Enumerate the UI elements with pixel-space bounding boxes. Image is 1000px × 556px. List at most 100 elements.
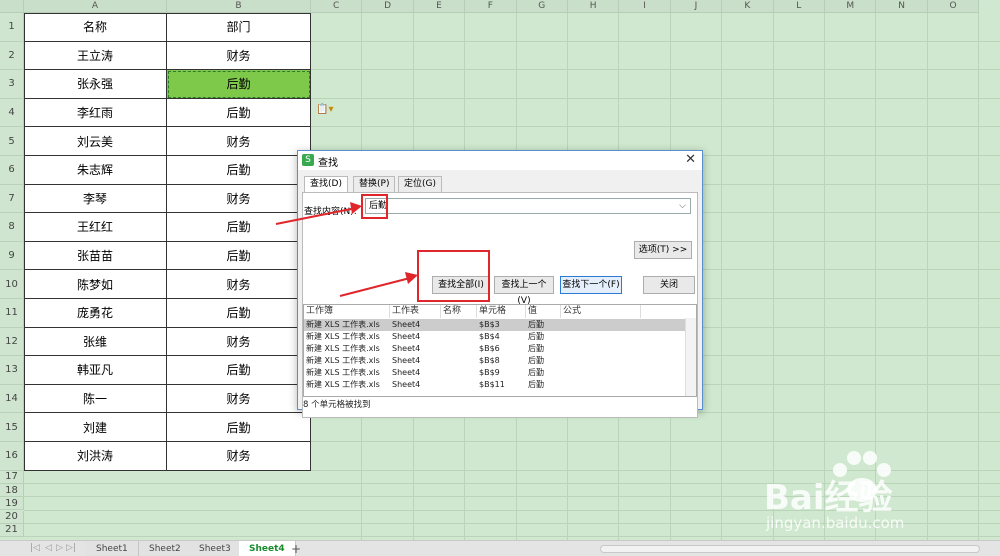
cell-b9[interactable]: 后勤 [167,241,311,271]
column-header-d[interactable]: D [362,0,414,13]
sheet-tab-sheet2[interactable]: Sheet2 [139,541,192,556]
cell-a14[interactable]: 陈一 [24,384,167,414]
header-name[interactable]: 名称 [441,305,477,318]
cell-a6[interactable]: 朱志辉 [24,156,167,185]
row-header-4[interactable]: 4 [0,98,24,128]
row-header-20[interactable]: 20 [0,510,24,524]
dialog-title-bar[interactable]: S 查找 ✕ [298,151,702,170]
find-previous-button[interactable]: 查找上一个(V) [494,276,554,306]
cell-b4[interactable]: 后勤 [167,98,311,128]
row-header-9[interactable]: 9 [0,241,24,271]
column-header-a[interactable]: A [24,0,167,13]
horizontal-scrollbar[interactable] [600,545,980,553]
chevron-down-icon[interactable]: ⌵ [679,199,686,213]
find-input[interactable]: 后勤 ⌵ [365,198,691,214]
column-header-e[interactable]: E [413,0,466,13]
row-header-16[interactable]: 16 [0,442,24,471]
result-row[interactable]: 新建 XLS 工作表.xls Sheet4 $B$6 后勤 [304,343,685,355]
find-next-button[interactable]: 查找下一个(F) [560,276,622,294]
cell-b5[interactable]: 财务 [167,127,311,156]
tab-find[interactable]: 查找(D) [304,176,348,193]
result-row[interactable]: 新建 XLS 工作表.xls Sheet4 $B$4 后勤 [304,331,685,343]
result-row[interactable]: 新建 XLS 工作表.xls Sheet4 $B$3 后勤 [304,319,685,331]
cell-a4[interactable]: 李红雨 [24,98,167,128]
row-header-5[interactable]: 5 [0,127,24,156]
row-header-3[interactable]: 3 [0,70,24,99]
row-header-19[interactable]: 19 [0,497,24,511]
cell-b14[interactable]: 财务 [167,384,311,414]
sheet-tab-sheet4[interactable]: Sheet4 [239,541,296,556]
row-header-15[interactable]: 15 [0,413,24,442]
cell-a5[interactable]: 刘云美 [24,127,167,156]
cell-b12[interactable]: 财务 [167,327,311,357]
column-header-g[interactable]: G [516,0,568,13]
cell-b16[interactable]: 财务 [167,442,311,471]
cell-b13[interactable]: 后勤 [167,356,311,385]
cell-a2[interactable]: 王立涛 [24,41,167,71]
cell-a1[interactable]: 名称 [24,13,167,42]
column-header-i[interactable]: I [619,0,671,13]
header-workbook[interactable]: 工作簿 [304,305,390,318]
column-header-o[interactable]: O [927,0,980,13]
result-row[interactable]: 新建 XLS 工作表.xls Sheet4 $B$11 后勤 [304,379,685,391]
cell-b10[interactable]: 财务 [167,270,311,299]
row-header-21[interactable]: 21 [0,523,24,538]
column-header-b[interactable]: B [167,0,311,13]
cell-b3[interactable]: 后勤 [167,70,311,99]
row-header-1[interactable]: 1 [0,13,24,42]
row-header-2[interactable]: 2 [0,41,24,71]
row-header-8[interactable]: 8 [0,213,24,242]
row-header-14[interactable]: 14 [0,384,24,414]
next-sheet-icon[interactable]: ▷ [56,543,63,553]
last-sheet-icon[interactable]: ▷| [66,543,76,553]
cell-a9[interactable]: 张苗苗 [24,241,167,271]
cell-b11[interactable]: 后勤 [167,299,311,328]
cell-b2[interactable]: 财务 [167,41,311,71]
header-cell[interactable]: 单元格 [477,305,526,318]
cell-a7[interactable]: 李琴 [24,184,167,214]
cell-a16[interactable]: 刘洪涛 [24,442,167,471]
result-row[interactable]: 新建 XLS 工作表.xls Sheet4 $B$9 后勤 [304,367,685,379]
column-header-f[interactable]: F [465,0,517,13]
column-header-n[interactable]: N [876,0,928,13]
select-all-corner[interactable] [0,0,24,13]
sheet-tab-sheet1[interactable]: Sheet1 [86,541,139,556]
header-value[interactable]: 值 [526,305,561,318]
prev-sheet-icon[interactable]: ◁ [45,543,52,553]
cell-a11[interactable]: 庞勇花 [24,299,167,328]
tab-replace[interactable]: 替换(P) [353,176,396,192]
row-header-13[interactable]: 13 [0,356,24,385]
first-sheet-icon[interactable]: |◁ [30,543,40,553]
column-header-j[interactable]: J [670,0,723,13]
row-header-17[interactable]: 17 [0,470,24,484]
cell-a15[interactable]: 刘建 [24,413,167,442]
header-worksheet[interactable]: 工作表 [390,305,441,318]
tab-goto[interactable]: 定位(G) [398,176,442,192]
cell-b1[interactable]: 部门 [167,13,311,42]
cell-a12[interactable]: 张维 [24,327,167,357]
column-header-m[interactable]: M [825,0,877,13]
row-header-6[interactable]: 6 [0,156,24,185]
cell-a3[interactable]: 张永强 [24,70,167,99]
row-header-18[interactable]: 18 [0,483,24,498]
result-row[interactable]: 新建 XLS 工作表.xls Sheet4 $B$8 后勤 [304,355,685,367]
sheet-tab-sheet3[interactable]: Sheet3 [189,541,242,556]
row-header-12[interactable]: 12 [0,327,24,357]
header-formula[interactable]: 公式 [561,305,641,318]
add-sheet-button[interactable]: + [291,541,301,556]
column-header-h[interactable]: H [568,0,620,13]
results-scrollbar[interactable] [685,318,696,396]
column-header-c[interactable]: C [311,0,363,13]
cell-b15[interactable]: 后勤 [167,413,311,442]
close-button[interactable]: 关闭 [643,276,695,294]
row-header-11[interactable]: 11 [0,299,24,328]
row-header-10[interactable]: 10 [0,270,24,299]
cell-a8[interactable]: 王红红 [24,213,167,242]
column-header-k[interactable]: K [722,0,774,13]
cell-b6[interactable]: 后勤 [167,156,311,185]
row-header-7[interactable]: 7 [0,184,24,214]
cell-a13[interactable]: 韩亚凡 [24,356,167,385]
close-icon[interactable]: ✕ [685,152,696,167]
column-header-l[interactable]: L [773,0,825,13]
paste-options-icon[interactable]: 📋▾ [316,104,338,118]
